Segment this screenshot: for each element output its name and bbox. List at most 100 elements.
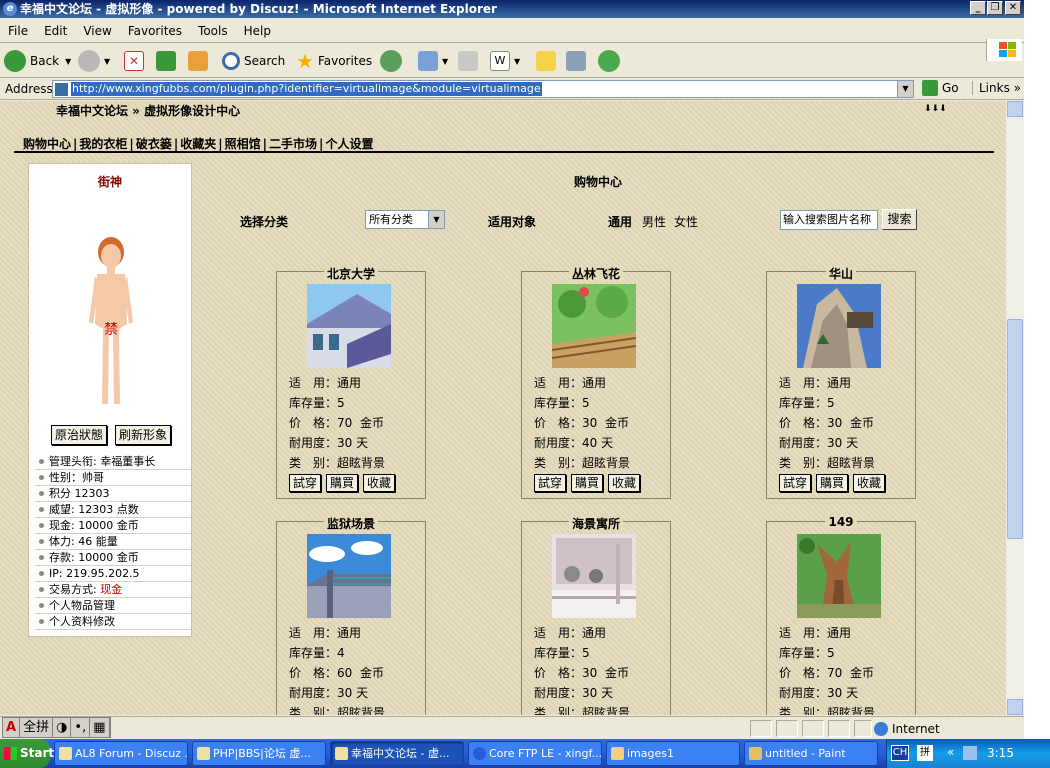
tray-expand-icon[interactable]: « <box>947 745 954 759</box>
ime-punct[interactable]: •, <box>71 718 91 737</box>
menu-view[interactable]: View <box>75 19 119 43</box>
start-button[interactable]: Start <box>0 739 54 768</box>
menu-file[interactable]: File <box>0 19 36 43</box>
notes-button[interactable] <box>536 48 560 74</box>
item-name: 海景寓所 <box>568 517 623 531</box>
buy-button[interactable]: 購買 <box>816 474 849 492</box>
word-icon: W <box>490 51 510 71</box>
task-php-bbs[interactable]: PHP|BBS|论坛 虚... <box>192 741 326 766</box>
back-button[interactable]: Back ▼ <box>4 48 71 74</box>
scroll-up-button[interactable] <box>1007 101 1023 117</box>
address-dropdown-button[interactable]: ▼ <box>897 81 913 97</box>
windows-flag-icon <box>4 747 17 760</box>
scroll-down-button[interactable] <box>1007 699 1023 715</box>
chevron-down-icon: ▼ <box>428 211 444 228</box>
item-image[interactable] <box>307 534 391 618</box>
refresh-button[interactable] <box>156 48 180 74</box>
language-indicator[interactable]: CH <box>891 745 909 761</box>
item-image[interactable] <box>552 284 636 368</box>
original-state-button[interactable]: 原治狀態 <box>51 425 108 445</box>
user-panel: 街神 禁 原治狀態 刷新形象 管理头衔: 幸福董事长 性别：帅哥 积分 1230… <box>28 163 192 637</box>
breadcrumb[interactable]: 幸福中文论坛 » 虚拟形像设计中心 <box>56 102 240 119</box>
stop-button[interactable]: ✕ <box>124 48 148 74</box>
address-bar: Address http://www.xingfubbs.com/plugin.… <box>0 78 1024 100</box>
stat-gender: 性别：帅哥 <box>35 470 191 486</box>
ime-keyboard-icon[interactable]: ▦ <box>90 718 110 737</box>
stat-deposit: 存款: 10000 金币 <box>35 550 191 566</box>
target-female[interactable]: 女性 <box>674 213 698 230</box>
home-button[interactable] <box>188 48 212 74</box>
favorites-button[interactable]: ★ Favorites <box>296 48 372 74</box>
ime-width[interactable]: ◑ <box>53 718 72 737</box>
edit-profile-link[interactable]: 个人资料修改 <box>35 614 191 630</box>
item-price: 价 格：70 金币 <box>289 416 384 430</box>
item-card: 丛林飞花适 用：通用 库存量：5 价 格：30 金币 耐用度：40 天类 别：超眩背景… <box>521 267 671 499</box>
restore-button[interactable]: ❐ <box>987 1 1003 15</box>
ime-icon[interactable]: 拼 <box>917 745 933 761</box>
task-paint[interactable]: untitled - Paint <box>744 741 878 766</box>
item-image[interactable] <box>797 534 881 618</box>
favorite-button[interactable]: 收藏 <box>363 474 396 492</box>
item-usage: 适 用：通用 <box>779 376 852 390</box>
favorite-button[interactable]: 收藏 <box>853 474 886 492</box>
try-on-button[interactable]: 試穿 <box>779 474 812 492</box>
item-image[interactable] <box>307 284 391 368</box>
menu-edit[interactable]: Edit <box>36 19 75 43</box>
network-icon[interactable] <box>963 746 977 760</box>
go-button[interactable]: Go <box>922 80 959 96</box>
vertical-scrollbar[interactable] <box>1006 101 1024 715</box>
menu-help[interactable]: Help <box>236 19 279 43</box>
buy-button[interactable]: 購買 <box>571 474 604 492</box>
search-input[interactable]: 输入搜索图片名称 <box>780 210 878 230</box>
status-pane <box>828 720 850 737</box>
toolbar: Back ▼ ▼ ✕ Search ★ Favorites ▼ W ▼ <box>0 44 1024 78</box>
minimize-button[interactable]: _ <box>970 1 986 15</box>
nav-settings[interactable]: 个人设置 <box>325 137 373 151</box>
task-xingfu-forum[interactable]: 幸福中文论坛 - 虚... <box>330 741 464 766</box>
try-on-button[interactable]: 試穿 <box>534 474 567 492</box>
manage-items-link[interactable]: 个人物品管理 <box>35 598 191 614</box>
research-button[interactable] <box>566 48 590 74</box>
menu-bar: File Edit View Favorites Tools Help <box>0 19 1024 61</box>
try-on-button[interactable]: 試穿 <box>289 474 322 492</box>
messenger-button[interactable] <box>598 48 624 74</box>
buy-button[interactable]: 購買 <box>326 474 359 492</box>
item-durability: 耐用度：30 天 <box>534 686 614 700</box>
menu-favorites[interactable]: Favorites <box>120 19 190 43</box>
edit-button[interactable]: W ▼ <box>490 48 520 74</box>
refresh-image-button[interactable]: 刷新形象 <box>115 425 172 445</box>
item-image[interactable] <box>552 534 636 618</box>
target-general[interactable]: 通用 <box>608 213 632 230</box>
security-zone: Internet <box>874 722 940 736</box>
favorite-button[interactable]: 收藏 <box>608 474 641 492</box>
nav-wardrobe[interactable]: 我的衣柜 <box>79 137 127 151</box>
close-button[interactable]: ✕ <box>1005 1 1021 15</box>
nav-trash[interactable]: 破衣篓 <box>136 137 172 151</box>
search-button[interactable]: 搜索 <box>882 209 917 230</box>
task-images1[interactable]: images1 <box>606 741 740 766</box>
task-al8-forum[interactable]: AL8 Forum - Discuz ... <box>54 741 188 766</box>
item-image[interactable] <box>797 284 881 368</box>
menu-tools[interactable]: Tools <box>190 19 236 43</box>
ime-toolbar[interactable]: A 全拼 ◑ •, ▦ <box>2 717 111 738</box>
mail-button[interactable]: ▼ <box>418 48 448 74</box>
address-input[interactable]: http://www.xingfubbs.com/plugin.php?iden… <box>52 80 914 98</box>
scroll-thumb[interactable] <box>1007 319 1023 539</box>
nav-photo[interactable]: 照相馆 <box>225 137 261 151</box>
history-button[interactable] <box>380 48 406 74</box>
search-button[interactable]: Search <box>222 48 285 74</box>
print-button[interactable] <box>458 48 482 74</box>
nav-shop[interactable]: 购物中心 <box>23 137 71 151</box>
target-male[interactable]: 男性 <box>642 213 666 230</box>
links-button[interactable]: Links » <box>972 81 1021 95</box>
ime-pinyin[interactable]: 全拼 <box>20 718 54 737</box>
forward-button[interactable]: ▼ <box>78 48 110 74</box>
category-select[interactable]: 所有分类 ▼ <box>365 210 445 229</box>
nav-market[interactable]: 二手市场 <box>269 137 317 151</box>
ime-mode[interactable]: A <box>3 718 21 737</box>
task-core-ftp[interactable]: Core FTP LE - xingf... <box>468 741 602 766</box>
item-usage: 适 用：通用 <box>289 376 362 390</box>
user-stats: 管理头衔: 幸福董事长 性别：帅哥 积分 12303 威望: 12303 点数 … <box>35 454 191 630</box>
collapse-icon[interactable]: ⬇⬇⬇ <box>924 104 947 114</box>
nav-favorites[interactable]: 收藏夹 <box>180 137 216 151</box>
